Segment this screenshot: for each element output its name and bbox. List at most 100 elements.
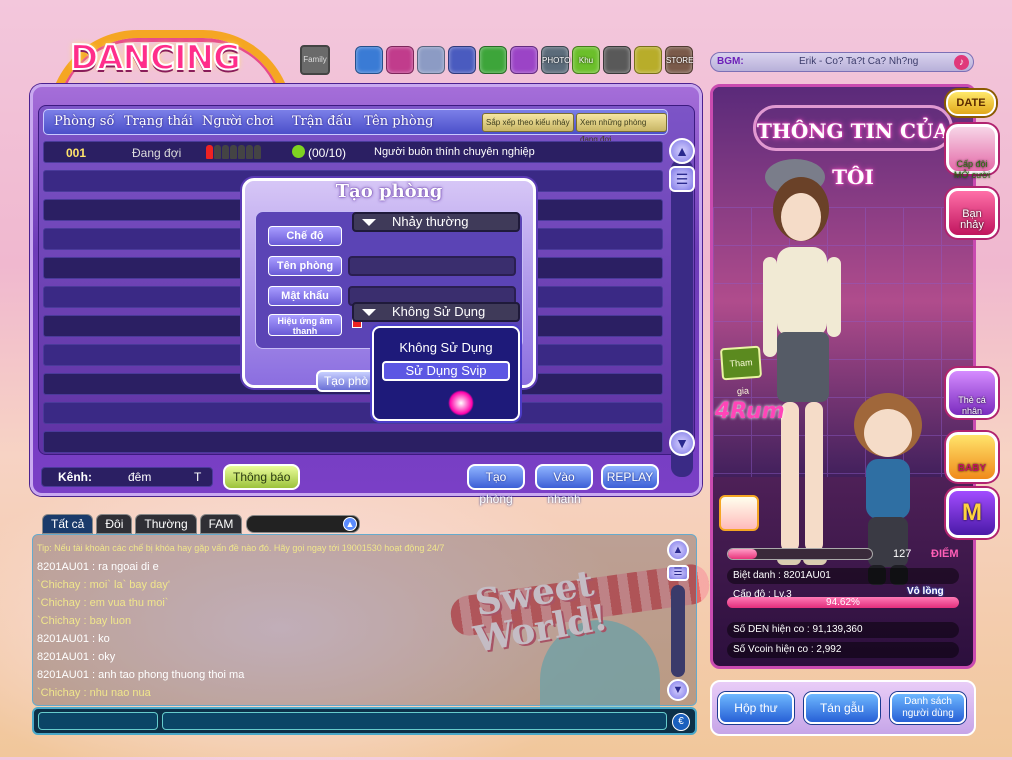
dialog-create-button[interactable]: Tạo phò [316,370,376,392]
chat-menu-icon[interactable]: ☰ [667,565,689,581]
vcoin-balance: Số Vcoin hiện co : 2,992 [727,642,959,658]
chat-message: 8201AU01 : ko [37,633,110,645]
effect-dropdown: Không Sử Dụng Sử Dụng Svip [372,326,520,421]
dance-partner-button[interactable]: Bạn nhảy [946,188,998,238]
level-percent: 94.62% [826,597,860,608]
scroll-down-icon[interactable]: ▼ [669,430,695,456]
room-row[interactable]: 001 Đang đợi (00/10) Người buôn thính ch… [43,141,663,163]
chat-scrollbar[interactable] [671,585,685,677]
points-bar [727,548,873,560]
player-list-button[interactable]: Danh sách người dùng [890,692,966,724]
chat-message: `Chichay : bay luon [37,615,132,627]
bgm-bar: BGM: Erik - Co? Ta?t Ca? Nh?ng ♪ [710,52,974,72]
folder-icon[interactable] [634,46,662,74]
nickname: Biệt danh : 8201AU01 [727,568,959,584]
chat-tip: Tip: Nếu tài khoản các chế bị khóa hay g… [37,543,445,553]
disc-icon[interactable] [603,46,631,74]
chat-message: 8201AU01 : anh tao phong thuong thoi ma [37,669,245,681]
effect-select[interactable]: Không Sử Dụng [352,302,520,322]
notice-button[interactable]: Thông báo [223,464,301,490]
room-name-label: Tên phòng [268,256,342,276]
shop-icon[interactable] [448,46,476,74]
quick-join-button[interactable]: Vào nhanh [535,464,593,506]
photo-icon[interactable]: PHOTO [541,46,570,74]
tab-pair[interactable]: Đôi [96,514,133,534]
personal-card-button[interactable]: Thẻ cá nhân [946,368,998,418]
chat-message: `Chichay : em vua thu moi` [37,597,169,609]
star-icon[interactable] [479,46,507,74]
top-toolbar: PHOTOKhu Vuon STORE [355,46,693,93]
room-list-header: Phòng số Trạng thái Người chơi Trận đấu … [43,109,668,144]
dropdown-option-svip[interactable]: Sử Dụng Svip [382,361,510,381]
chat-message: `Chichay : nhu nao nua [37,687,151,699]
room-name-input[interactable] [348,256,516,276]
chat-input-bar: € [32,707,697,735]
player-slot-icon [222,145,229,159]
menu-icon[interactable]: ☰ [669,166,695,192]
room-player-count: (00/10) [308,146,347,160]
chat-scroll-down-icon[interactable]: ▼ [667,679,689,701]
mode-value: Nhảy thường [392,214,469,229]
player-slot-icon [238,145,245,159]
tab-all[interactable]: Tất cả [42,514,94,534]
chat-message: `Chichay : moi` la` bay day' [37,579,170,591]
sort-by-dance-button[interactable]: Sắp xếp theo kiểu nhảy [482,113,574,132]
chat-flirt-button[interactable]: Tán gẫu [804,692,880,724]
player-slot-icon [206,145,213,159]
col-room-number[interactable]: Phòng số [54,114,114,129]
mode-select[interactable]: Nhảy thường [352,212,520,232]
chat-message: 8201AU01 : ra ngoai di e [37,561,159,573]
sound-effect-label: Hiệu ứng âm thanh [268,314,342,336]
cursor-icon [448,390,474,416]
replay-button[interactable]: REPLAY [601,464,659,490]
waiting-rooms-button[interactable]: Xem những phòng đang đợi [576,113,667,144]
chat-message-input[interactable] [162,712,667,730]
bgm-toggle-icon[interactable]: ♪ [954,55,969,70]
create-room-button[interactable]: Tạo phòng [467,464,525,506]
date-button[interactable]: DATE [946,90,996,116]
points-label: ĐIỂM [931,548,959,560]
col-players[interactable]: Người chơi [202,114,274,129]
m-label: M [962,499,982,526]
room-number: 001 [66,146,87,160]
bgm-label: BGM: [717,56,744,67]
gift-box-icon[interactable] [719,495,759,531]
level-up-label: Cấp đội MỞ cười [953,159,991,180]
emoticon-icon[interactable]: € [672,713,690,731]
chat-target-input[interactable] [38,712,158,730]
baby-label: BABY [957,463,987,474]
baby-button[interactable]: BABY [946,432,998,482]
smiley-icon [292,145,305,158]
room-row[interactable] [43,402,663,424]
family-badge[interactable]: Family [300,45,330,75]
level-up-button[interactable]: Cấp đội MỞ cười [946,124,998,180]
chat-message: 8201AU01 : oky [37,651,116,663]
group-tag: 4Rum [715,399,785,424]
chat-scroll-up-icon[interactable]: ▲ [667,539,689,561]
m-button[interactable]: M [946,488,998,538]
room-name: Người buôn thính chuyên nghiệp [374,146,535,158]
dropdown-option-none[interactable]: Không Sử Dụng [374,340,518,355]
col-room-name[interactable]: Tên phòng [364,114,433,129]
bottom-actions: Hộp thư Tán gẫu Danh sách người dùng [710,680,976,736]
tab-fam[interactable]: FAM [199,514,243,534]
tv-icon[interactable] [510,46,538,74]
den-balance: Số DEN hiện co : 91,139,360 [727,622,959,638]
dialog-title: Tạo phòng [335,181,443,202]
col-match[interactable]: Trận đấu [292,114,352,129]
store-icon[interactable]: STORE [665,46,693,74]
chat-filter-icon[interactable]: ▲ [343,517,357,531]
settings-icon[interactable] [355,46,383,74]
join-badge[interactable]: Tham gia [719,345,763,396]
room-row[interactable] [43,431,663,453]
mailbox-button[interactable]: Hộp thư [718,692,794,724]
gift-icon[interactable] [386,46,414,74]
blank-icon[interactable] [417,46,445,74]
khu-vuon-icon[interactable]: Khu Vuon [572,46,600,93]
points-value: 127 [893,548,912,560]
channel-value: đêm [128,470,152,484]
col-status[interactable]: Trạng thái [124,114,193,129]
tab-normal[interactable]: Thường [135,514,197,534]
scroll-up-icon[interactable]: ▲ [669,138,695,164]
chat-tabs: Tất cả Đôi Thường FAM [42,514,243,534]
